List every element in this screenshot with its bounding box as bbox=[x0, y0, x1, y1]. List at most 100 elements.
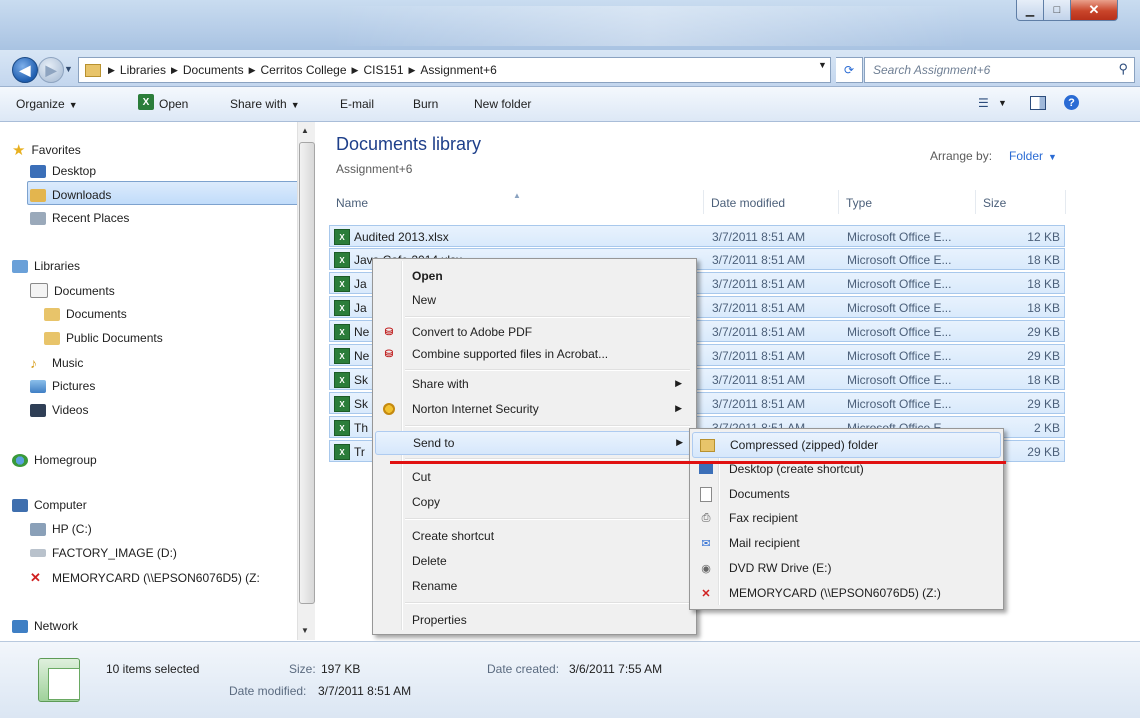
file-size: 29 KB bbox=[1027, 349, 1060, 363]
sidebar-item-recent-places[interactable]: Recent Places bbox=[30, 211, 129, 225]
close-button[interactable]: ✕ bbox=[1070, 0, 1118, 21]
column-divider[interactable] bbox=[1065, 190, 1066, 214]
sidebar-item-network[interactable]: Network bbox=[12, 619, 78, 633]
column-divider[interactable] bbox=[838, 190, 839, 214]
back-button[interactable]: ◀ bbox=[12, 57, 38, 83]
menu-item-new[interactable]: New bbox=[375, 289, 692, 311]
change-view-icon[interactable]: ☰ bbox=[978, 96, 989, 110]
breadcrumb-documents[interactable]: Documents bbox=[183, 63, 244, 77]
column-header-name[interactable]: Name bbox=[336, 196, 368, 210]
address-bar[interactable]: ▶ Libraries ▶ Documents ▶ Cerritos Colle… bbox=[78, 57, 831, 83]
excel-file-icon: X bbox=[334, 229, 350, 245]
send-to-submenu: Compressed (zipped) folder Desktop (crea… bbox=[689, 428, 1004, 610]
refresh-button[interactable]: ⟳ bbox=[836, 57, 863, 83]
menu-item-convert-pdf[interactable]: ⛁ Convert to Adobe PDF bbox=[375, 321, 692, 343]
burn-button[interactable]: Burn bbox=[413, 97, 438, 111]
navigation-scrollbar[interactable]: ▲ ▼ bbox=[297, 122, 315, 640]
menu-item-create-shortcut[interactable]: Create shortcut bbox=[375, 525, 692, 547]
menu-item-dvd-drive[interactable]: ◉ DVD RW Drive (E:) bbox=[692, 556, 999, 580]
menu-item-mail-recipient[interactable]: ✉ Mail recipient bbox=[692, 531, 999, 555]
sidebar-item-factory-image[interactable]: FACTORY_IMAGE (D:) bbox=[30, 546, 177, 560]
recent-pages-dropdown-icon[interactable]: ▼ bbox=[64, 64, 73, 74]
organize-button[interactable]: Organize ▼ bbox=[16, 97, 78, 111]
submenu-arrow-icon: ▶ bbox=[676, 437, 683, 447]
minimize-button[interactable]: ▁ bbox=[1016, 0, 1044, 21]
search-icon[interactable]: ⚲ bbox=[1118, 61, 1128, 77]
sidebar-item-documents[interactable]: Documents bbox=[30, 283, 115, 298]
table-row[interactable]: X Audited 2013.xlsx 3/7/2011 8:51 AM Micros… bbox=[329, 225, 1065, 247]
sidebar-item-favorites[interactable]: ★ Favorites bbox=[12, 141, 81, 159]
scroll-up-icon[interactable]: ▲ bbox=[301, 126, 309, 135]
sidebar-item-homegroup[interactable]: Homegroup bbox=[12, 453, 97, 467]
menu-item-label: Mail recipient bbox=[729, 536, 800, 550]
email-button[interactable]: E-mail bbox=[340, 97, 374, 111]
sidebar-item-computer[interactable]: Computer bbox=[12, 498, 87, 512]
menu-item-rename[interactable]: Rename bbox=[375, 575, 692, 597]
search-input[interactable]: Search Assignment+6 ⚲ bbox=[864, 57, 1135, 83]
column-header-size[interactable]: Size bbox=[983, 196, 1006, 210]
menu-item-label: Cut bbox=[412, 470, 431, 484]
new-folder-button[interactable]: New folder bbox=[474, 97, 531, 111]
excel-file-icon: X bbox=[334, 276, 350, 292]
breadcrumb-assignment[interactable]: Assignment+6 bbox=[420, 63, 496, 77]
chevron-right-icon[interactable]: ▶ bbox=[352, 65, 359, 76]
fax-icon: ⎙ bbox=[701, 511, 711, 524]
maximize-button[interactable]: □ bbox=[1043, 0, 1071, 21]
breadcrumb-libraries[interactable]: Libraries bbox=[120, 63, 166, 77]
preview-pane-icon[interactable] bbox=[1030, 96, 1046, 110]
menu-item-cut[interactable]: Cut bbox=[375, 466, 692, 488]
menu-item-label: Send to bbox=[413, 436, 455, 450]
sidebar-item-desktop[interactable]: Desktop bbox=[30, 164, 96, 178]
help-icon[interactable]: ? bbox=[1064, 95, 1079, 110]
sidebar-item-memorycard[interactable]: ✕ MEMORYCARD (\\EPSON6076D5) (Z: bbox=[30, 570, 260, 586]
chevron-right-icon[interactable]: ▶ bbox=[249, 65, 256, 76]
chevron-right-icon[interactable]: ▶ bbox=[171, 65, 178, 76]
column-header-date[interactable]: Date modified bbox=[711, 196, 785, 210]
scrollbar-thumb[interactable] bbox=[299, 142, 315, 604]
menu-item-properties[interactable]: Properties bbox=[375, 609, 692, 631]
menu-item-label: Share with bbox=[412, 377, 469, 391]
menu-item-norton[interactable]: Norton Internet Security ▶ bbox=[375, 398, 692, 420]
file-name: Tr bbox=[354, 445, 365, 459]
menu-item-open[interactable]: Open bbox=[375, 265, 692, 287]
sidebar-item-documents-folder[interactable]: Documents bbox=[44, 307, 127, 321]
scroll-down-icon[interactable]: ▼ bbox=[301, 626, 309, 635]
sidebar-item-hp-c[interactable]: HP (C:) bbox=[30, 522, 92, 536]
sidebar-item-music[interactable]: ♪ Music bbox=[30, 355, 83, 371]
address-dropdown-icon[interactable]: ▼ bbox=[818, 60, 827, 70]
menu-item-documents[interactable]: Documents bbox=[692, 482, 999, 506]
chevron-right-icon[interactable]: ▶ bbox=[409, 65, 416, 76]
chevron-down-icon: ▼ bbox=[1048, 152, 1057, 162]
menu-item-memorycard[interactable]: ✕ MEMORYCARD (\\EPSON6076D5) (Z:) bbox=[692, 581, 999, 605]
share-with-button[interactable]: Share with ▼ bbox=[230, 97, 300, 111]
file-date: 3/7/2011 8:51 AM bbox=[712, 253, 806, 267]
menu-item-compressed-folder[interactable]: Compressed (zipped) folder bbox=[692, 432, 1001, 458]
forward-button[interactable]: ▶ bbox=[38, 57, 64, 83]
column-divider[interactable] bbox=[975, 190, 976, 214]
menu-item-copy[interactable]: Copy bbox=[375, 491, 692, 513]
open-button[interactable]: Open bbox=[159, 97, 188, 111]
menu-item-delete[interactable]: Delete bbox=[375, 550, 692, 572]
file-date: 3/7/2011 8:51 AM bbox=[712, 325, 806, 339]
menu-item-combine-acrobat[interactable]: ⛁ Combine supported files in Acrobat... bbox=[375, 343, 692, 365]
chevron-down-icon[interactable]: ▼ bbox=[998, 98, 1007, 108]
sidebar-item-videos[interactable]: Videos bbox=[30, 403, 88, 417]
arrange-by-dropdown[interactable]: Folder ▼ bbox=[1009, 149, 1057, 163]
sidebar-item-public-documents[interactable]: Public Documents bbox=[44, 331, 163, 345]
sidebar-item-pictures[interactable]: Pictures bbox=[30, 379, 95, 393]
folder-icon bbox=[85, 63, 101, 77]
chevron-right-icon[interactable]: ▶ bbox=[108, 65, 115, 76]
menu-item-share-with[interactable]: Share with ▶ bbox=[375, 373, 692, 395]
submenu-arrow-icon: ▶ bbox=[675, 403, 682, 413]
menu-item-send-to[interactable]: Send to ▶ bbox=[375, 431, 694, 455]
menu-item-fax-recipient[interactable]: ⎙ Fax recipient bbox=[692, 506, 999, 530]
sidebar-item-libraries[interactable]: Libraries bbox=[12, 259, 80, 273]
sidebar-item-downloads[interactable]: Downloads bbox=[30, 188, 111, 202]
breadcrumb-cerritos-college[interactable]: Cerritos College bbox=[261, 63, 347, 77]
desktop-icon bbox=[30, 164, 46, 178]
arrange-by-value: Folder bbox=[1009, 149, 1044, 163]
column-divider[interactable] bbox=[703, 190, 704, 214]
column-header-type[interactable]: Type bbox=[846, 196, 872, 210]
breadcrumb-cis151[interactable]: CIS151 bbox=[363, 63, 403, 77]
homegroup-icon bbox=[12, 453, 28, 467]
